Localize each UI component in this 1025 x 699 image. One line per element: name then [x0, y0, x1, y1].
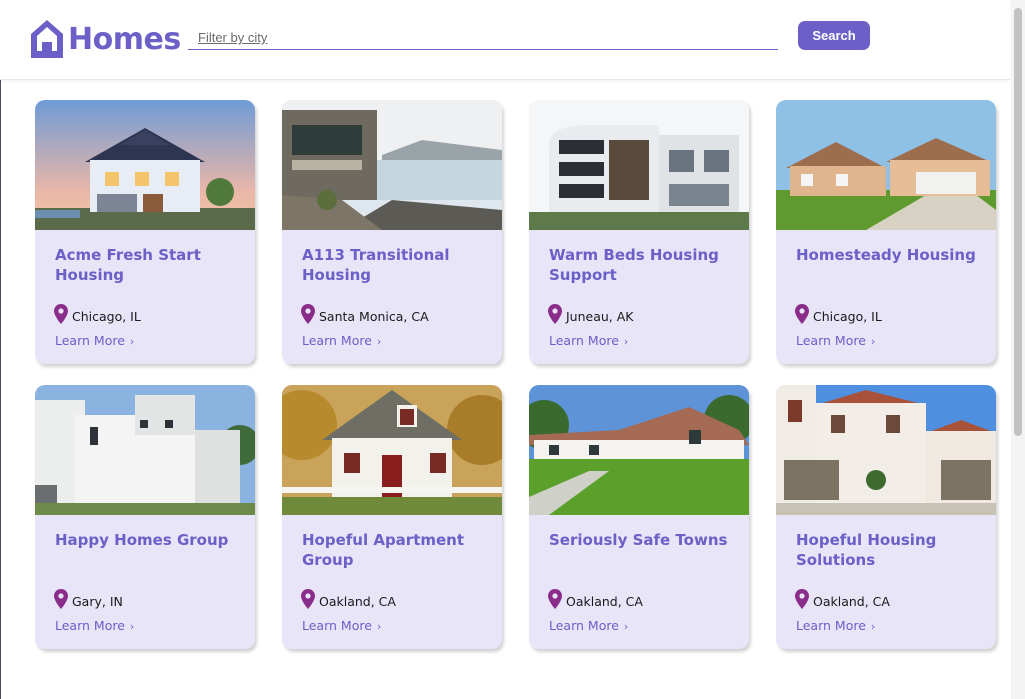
listing-title: Hopeful Housing Solutions [796, 531, 937, 569]
listing-location: Oakland, CA [548, 589, 643, 609]
logo[interactable]: Homes [30, 18, 181, 60]
map-pin-icon [548, 304, 562, 324]
listing-location: Chicago, IL [795, 304, 882, 324]
listing-location: Juneau, AK [548, 304, 634, 324]
listing-grid: Acme Fresh Start Housing Chicago, IL Lea… [0, 0, 1010, 699]
page-edge [0, 80, 1, 699]
learn-more-link[interactable]: Learn More › [302, 618, 381, 633]
listing-card[interactable]: Acme Fresh Start Housing Chicago, IL Lea… [35, 100, 255, 364]
chevron-right-icon: › [129, 620, 135, 633]
listing-card[interactable]: A113 Transitional Housing Santa Monica, … [282, 100, 502, 364]
chevron-right-icon: › [129, 335, 135, 348]
logo-text: Homes [68, 21, 181, 57]
listing-card[interactable]: Seriously Safe Towns Oakland, CA Learn M… [529, 385, 749, 649]
learn-more-link[interactable]: Learn More › [796, 618, 875, 633]
listing-city: Chicago, IL [72, 309, 141, 324]
listing-location: Gary, IN [54, 589, 123, 609]
listing-city: Santa Monica, CA [319, 309, 429, 324]
city-filter-input[interactable] [188, 26, 778, 50]
chevron-right-icon: › [376, 620, 382, 633]
house-logo-icon [31, 20, 63, 58]
search-button[interactable]: Search [798, 21, 870, 50]
listing-title: Seriously Safe Towns [549, 531, 728, 549]
listing-photo [529, 100, 749, 230]
listing-location: Santa Monica, CA [301, 304, 429, 324]
listing-city: Chicago, IL [813, 309, 882, 324]
listing-card[interactable]: Hopeful Apartment Group Oakland, CA Lear… [282, 385, 502, 649]
listing-location: Oakland, CA [301, 589, 396, 609]
listing-photo [529, 385, 749, 515]
chevron-right-icon: › [623, 335, 629, 348]
map-pin-icon [54, 589, 68, 609]
listing-photo [35, 100, 255, 230]
listing-card[interactable]: Homesteady Housing Chicago, IL Learn Mor… [776, 100, 996, 364]
listing-photo [776, 100, 996, 230]
learn-more-link[interactable]: Learn More › [55, 333, 134, 348]
listing-city: Oakland, CA [566, 594, 643, 609]
learn-more-link[interactable]: Learn More › [55, 618, 134, 633]
chevron-right-icon: › [870, 335, 876, 348]
chevron-right-icon: › [870, 620, 876, 633]
listing-photo [776, 385, 996, 515]
listing-city: Oakland, CA [319, 594, 396, 609]
listing-title: Warm Beds Housing Support [549, 246, 719, 284]
listing-photo [282, 385, 502, 515]
listing-title: A113 Transitional Housing [302, 246, 450, 284]
map-pin-icon [301, 589, 315, 609]
scrollbar-thumb[interactable] [1014, 8, 1022, 436]
learn-more-link[interactable]: Learn More › [302, 333, 381, 348]
learn-more-link[interactable]: Learn More › [796, 333, 875, 348]
learn-more-link[interactable]: Learn More › [549, 618, 628, 633]
listing-location: Oakland, CA [795, 589, 890, 609]
map-pin-icon [795, 589, 809, 609]
listing-title: Happy Homes Group [55, 531, 229, 549]
map-pin-icon [301, 304, 315, 324]
listing-city: Gary, IN [72, 594, 123, 609]
listing-city: Oakland, CA [813, 594, 890, 609]
listing-location: Chicago, IL [54, 304, 141, 324]
listing-card[interactable]: Warm Beds Housing Support Juneau, AK Lea… [529, 100, 749, 364]
listing-card[interactable]: Hopeful Housing Solutions Oakland, CA Le… [776, 385, 996, 649]
listing-photo [35, 385, 255, 515]
map-pin-icon [548, 589, 562, 609]
listing-title: Hopeful Apartment Group [302, 531, 465, 569]
listing-card[interactable]: Happy Homes Group Gary, IN Learn More › [35, 385, 255, 649]
chevron-right-icon: › [376, 335, 382, 348]
top-header: Homes Search [0, 0, 1010, 80]
listing-city: Juneau, AK [566, 309, 634, 324]
listing-photo [282, 100, 502, 230]
chevron-right-icon: › [623, 620, 629, 633]
listing-title: Acme Fresh Start Housing [55, 246, 201, 284]
map-pin-icon [54, 304, 68, 324]
listing-title: Homesteady Housing [796, 246, 976, 264]
map-pin-icon [795, 304, 809, 324]
learn-more-link[interactable]: Learn More › [549, 333, 628, 348]
